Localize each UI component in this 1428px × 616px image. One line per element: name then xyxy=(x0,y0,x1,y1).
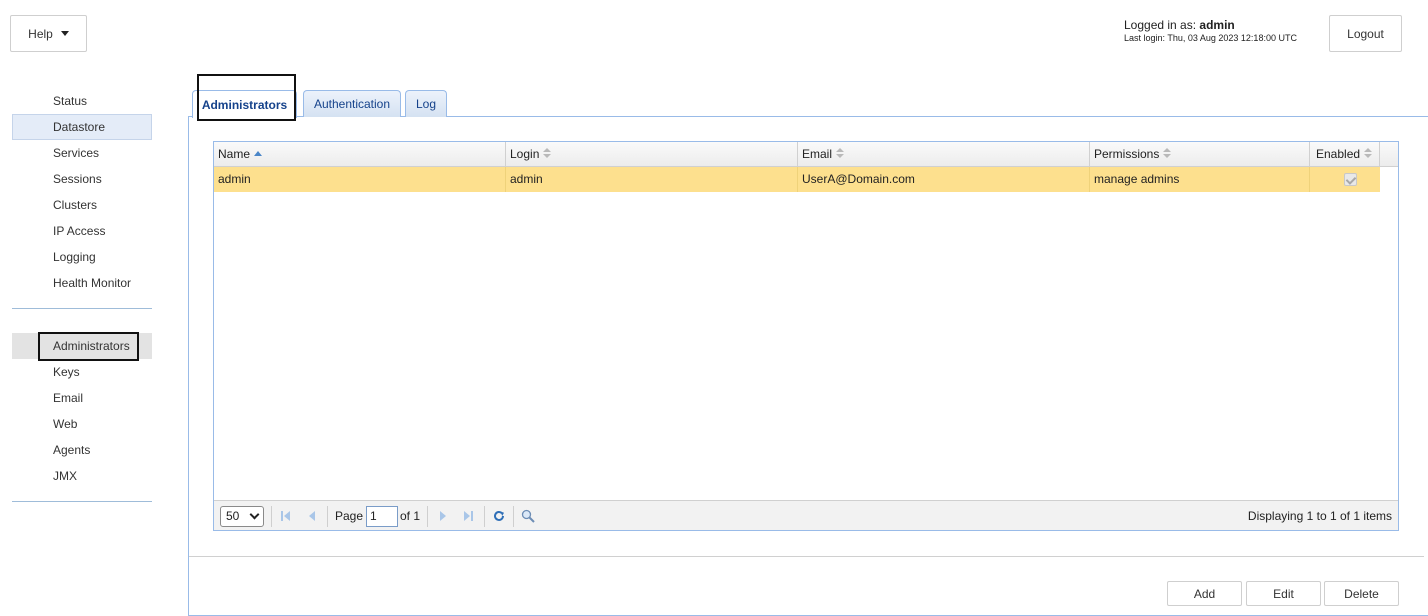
column-header-email[interactable]: Email xyxy=(798,142,1090,166)
column-label: Email xyxy=(802,147,833,161)
toolbar-separator xyxy=(484,506,485,527)
tab-log[interactable]: Log xyxy=(405,90,447,117)
sidebar-item-health-monitor[interactable]: Health Monitor xyxy=(12,270,152,296)
column-header-login[interactable]: Login xyxy=(506,142,798,166)
page-number-input[interactable]: 1 xyxy=(366,506,398,527)
cell-login: admin xyxy=(506,167,798,192)
column-label: Name xyxy=(218,147,251,161)
sort-icon xyxy=(1364,148,1373,159)
sidebar-item-sessions[interactable]: Sessions xyxy=(12,166,152,192)
page-of-label: of 1 xyxy=(400,509,421,523)
toolbar-separator xyxy=(271,506,272,527)
sidebar-item-administrators[interactable]: Administrators xyxy=(12,333,152,359)
next-page-icon[interactable] xyxy=(436,509,450,523)
sidebar-item-ip-access[interactable]: IP Access xyxy=(12,218,152,244)
column-header-name[interactable]: Name xyxy=(214,142,506,166)
column-label: Enabled xyxy=(1316,147,1361,161)
column-header-enabled[interactable]: Enabled xyxy=(1310,142,1380,166)
refresh-icon[interactable] xyxy=(492,509,506,523)
last-login: Last login: Thu, 03 Aug 2023 12:18:00 UT… xyxy=(1124,33,1297,43)
search-icon[interactable] xyxy=(521,509,535,523)
sidebar-item-web[interactable]: Web xyxy=(12,411,152,437)
sort-icon xyxy=(1163,148,1172,159)
login-info: Logged in as: admin Last login: Thu, 03 … xyxy=(1124,19,1297,45)
sort-icon xyxy=(543,148,552,159)
displaying-count: Displaying 1 to 1 of 1 items xyxy=(1247,509,1392,523)
logout-button[interactable]: Logout xyxy=(1329,15,1402,52)
caret-down-icon xyxy=(60,31,69,36)
username: admin xyxy=(1199,18,1235,32)
sidebar-item-logging[interactable]: Logging xyxy=(12,244,152,270)
page-size-select[interactable]: 50 xyxy=(220,506,264,527)
enabled-checkbox[interactable] xyxy=(1344,173,1357,186)
tab-authentication[interactable]: Authentication xyxy=(303,90,401,117)
cell-name: admin xyxy=(214,167,506,192)
edit-button[interactable]: Edit xyxy=(1246,581,1321,606)
column-header-permissions[interactable]: Permissions xyxy=(1090,142,1310,166)
column-label: Permissions xyxy=(1094,147,1160,161)
administrators-grid: Name Login Email Permissions Enabled adm… xyxy=(213,141,1399,531)
logged-in-prefix: Logged in as: xyxy=(1124,18,1200,32)
sidebar-item-email[interactable]: Email xyxy=(12,385,152,411)
panel-divider xyxy=(189,556,1424,557)
chevron-down-icon xyxy=(249,509,260,520)
toolbar-separator xyxy=(427,506,428,527)
help-label: Help xyxy=(28,26,53,41)
toolbar-separator xyxy=(513,506,514,527)
sidebar-item-agents[interactable]: Agents xyxy=(12,437,152,463)
page-size-value: 50 xyxy=(226,509,240,523)
help-dropdown-button[interactable]: Help xyxy=(10,15,87,52)
sidebar-item-services[interactable]: Services xyxy=(12,140,152,166)
first-page-icon[interactable] xyxy=(280,509,294,523)
column-label: Login xyxy=(510,147,540,161)
sidebar-divider xyxy=(12,308,152,309)
sort-ascending-icon xyxy=(254,151,263,156)
grid-header: Name Login Email Permissions Enabled xyxy=(214,142,1398,167)
sidebar-item-clusters[interactable]: Clusters xyxy=(12,192,152,218)
pagination-toolbar: 50 Page 1 of 1 Displaying 1 to 1 of 1 it… xyxy=(214,500,1398,530)
sidebar-item-jmx[interactable]: JMX xyxy=(12,463,152,489)
cell-email: UserA@Domain.com xyxy=(798,167,1090,192)
sidebar-item-keys[interactable]: Keys xyxy=(12,359,152,385)
delete-button[interactable]: Delete xyxy=(1324,581,1399,606)
page-label: Page xyxy=(335,509,364,523)
toolbar-separator xyxy=(327,506,328,527)
sidebar-item-status[interactable]: Status xyxy=(12,88,152,114)
sidebar-item-datastore[interactable]: Datastore xyxy=(12,114,152,140)
table-row[interactable]: admin admin UserA@Domain.com manage admi… xyxy=(214,167,1380,192)
cell-permissions: manage admins xyxy=(1090,167,1310,192)
tab-administrators[interactable]: Administrators xyxy=(192,90,297,118)
last-page-icon[interactable] xyxy=(461,509,475,523)
add-button[interactable]: Add xyxy=(1167,581,1242,606)
sort-icon xyxy=(836,148,845,159)
previous-page-icon[interactable] xyxy=(306,509,320,523)
sidebar-divider xyxy=(12,501,152,502)
